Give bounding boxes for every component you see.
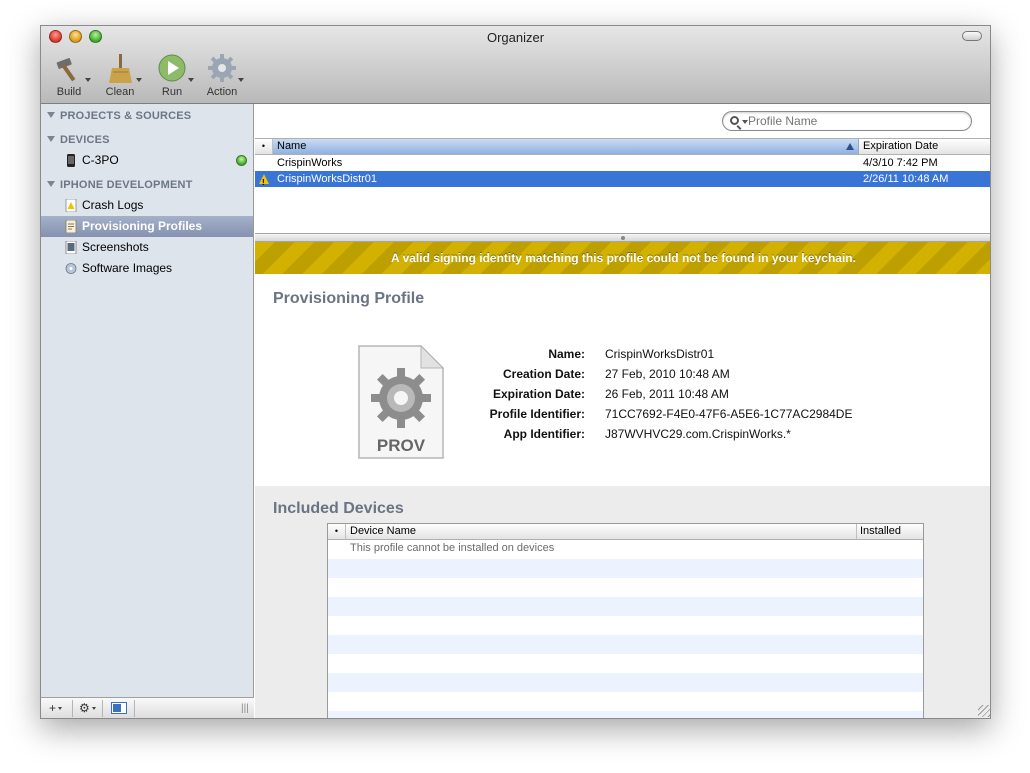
divider-grip-icon <box>621 236 625 240</box>
device-label: C-3PO <box>82 153 119 167</box>
split-view-divider[interactable] <box>255 233 990 242</box>
sidebar-action-button[interactable]: ⚙ <box>79 700 96 717</box>
organizer-window: Organizer Build Clean Run Action PROJECT… <box>40 25 991 719</box>
column-header-status[interactable]: • <box>255 139 273 154</box>
profiles-table-header: • Name Expiration Date <box>255 138 990 155</box>
sidebar-item-label: Software Images <box>82 261 173 275</box>
table-row[interactable]: CrispinWorks 4/3/10 7:42 PM <box>255 155 990 171</box>
devices-group[interactable]: DEVICES <box>47 134 110 146</box>
creation-date-value: 27 Feb, 2010 10:48 AM <box>605 367 730 381</box>
expiration-date-value: 26 Feb, 2011 10:48 AM <box>605 387 729 401</box>
provisioning-profile-title: Provisioning Profile <box>273 290 425 307</box>
search-input[interactable] <box>748 114 958 128</box>
device-status-icon <box>236 155 247 166</box>
sidebar-item-device[interactable]: C-3PO <box>41 150 253 171</box>
action-label: Action <box>206 86 238 98</box>
profile-name-cell: CrispinWorks <box>277 157 343 169</box>
window-resize-handle[interactable] <box>978 705 990 717</box>
app-identifier-value: J87WVHVC29.com.CrispinWorks.* <box>605 427 791 441</box>
add-button[interactable]: + <box>49 700 63 717</box>
devices-table-header: • Device Name Installed <box>328 524 923 540</box>
sidebar-item-label: Screenshots <box>82 240 149 254</box>
disclosure-triangle-icon <box>47 181 55 187</box>
add-icon: + <box>49 701 57 715</box>
column-header-status[interactable]: • <box>328 524 346 539</box>
devices-table: • Device Name Installed This profile can… <box>327 523 924 718</box>
sidebar-item-crash-logs[interactable]: Crash Logs <box>41 195 253 216</box>
run-label: Run <box>161 86 183 98</box>
profile-identifier-label: Profile Identifier: <box>489 407 585 421</box>
broom-icon <box>104 52 142 84</box>
sidebar-item-software-images[interactable]: Software Images <box>41 258 253 279</box>
iphone-development-group[interactable]: IPHONE DEVELOPMENT <box>47 179 193 191</box>
main-panel: • Name Expiration Date CrispinWorks 4/3/… <box>255 104 990 718</box>
creation-date-label: Creation Date: <box>502 367 585 381</box>
search-icon <box>730 116 739 125</box>
sidebar-bottom-bar: + ⚙ ||| <box>41 697 254 718</box>
disclosure-triangle-icon <box>47 136 55 142</box>
software-image-icon <box>65 263 77 274</box>
titlebar: Organizer Build Clean Run Action <box>41 26 990 104</box>
clean-button[interactable]: Clean <box>98 52 142 98</box>
sidebar-item-provisioning-profiles[interactable]: Provisioning Profiles <box>41 216 253 237</box>
name-header-label: Name <box>277 140 307 152</box>
crash-log-icon <box>65 199 77 212</box>
build-button[interactable]: Build <box>47 52 91 98</box>
profile-expiration-cell: 2/26/11 10:48 AM <box>863 173 949 185</box>
empty-devices-message: This profile cannot be installed on devi… <box>350 542 555 554</box>
column-header-name[interactable]: Name <box>273 139 859 154</box>
sidebar-item-label: Crash Logs <box>82 198 144 212</box>
included-devices-title: Included Devices <box>273 500 404 517</box>
action-button[interactable]: Action <box>200 52 244 98</box>
sidebar-item-screenshots[interactable]: Screenshots <box>41 237 253 258</box>
play-icon <box>156 52 194 84</box>
profile-search[interactable] <box>722 111 972 131</box>
panel-icon <box>111 702 127 714</box>
name-field-label: Name: <box>548 347 585 361</box>
column-header-installed[interactable]: Installed <box>856 524 923 539</box>
projects-sources-label: PROJECTS & SOURCES <box>60 110 192 122</box>
window-title: Organizer <box>486 30 545 45</box>
toggle-detail-button[interactable] <box>111 700 127 717</box>
gear-icon <box>206 52 244 84</box>
provisioning-profile-icon <box>65 220 77 233</box>
column-header-device-name[interactable]: Device Name <box>350 524 416 539</box>
sidebar-item-label: Provisioning Profiles <box>82 219 203 233</box>
table-row[interactable]: CrispinWorksDistr01 2/26/11 10:48 AM <box>255 171 990 191</box>
hammer-icon <box>53 52 91 84</box>
clean-label: Clean <box>105 86 135 98</box>
run-button[interactable]: Run <box>150 52 194 98</box>
expiration-date-label: Expiration Date: <box>492 387 585 401</box>
toolbar-toggle-button[interactable] <box>962 31 982 41</box>
screenshot-icon <box>65 241 77 254</box>
profile-name-cell: CrispinWorksDistr01 <box>277 173 378 185</box>
devices-label: DEVICES <box>60 134 110 146</box>
warning-banner: A valid signing identity matching this p… <box>255 242 990 274</box>
sidebar-resize-handle[interactable]: ||| <box>241 700 249 717</box>
sidebar: PROJECTS & SOURCES DEVICES C-3PO IPHONE … <box>41 104 254 718</box>
projects-sources-group[interactable]: PROJECTS & SOURCES <box>47 110 191 122</box>
iphone-icon <box>67 154 75 167</box>
iphone-development-label: IPHONE DEVELOPMENT <box>60 179 193 191</box>
profile-expiration-cell: 4/3/10 7:42 PM <box>863 157 938 169</box>
name-field-value: CrispinWorksDistr01 <box>605 347 715 361</box>
build-label: Build <box>56 86 82 98</box>
column-header-expiration[interactable]: Expiration Date <box>859 139 990 154</box>
warning-icon <box>259 174 269 191</box>
disclosure-triangle-icon <box>47 112 55 118</box>
app-identifier-label: App Identifier: <box>503 427 585 441</box>
gear-icon: ⚙ <box>79 701 90 715</box>
profile-identifier-value: 71CC7692-F4E0-47F6-A5E6-1C77AC2984DE <box>605 407 853 421</box>
sort-ascending-icon <box>846 143 854 150</box>
